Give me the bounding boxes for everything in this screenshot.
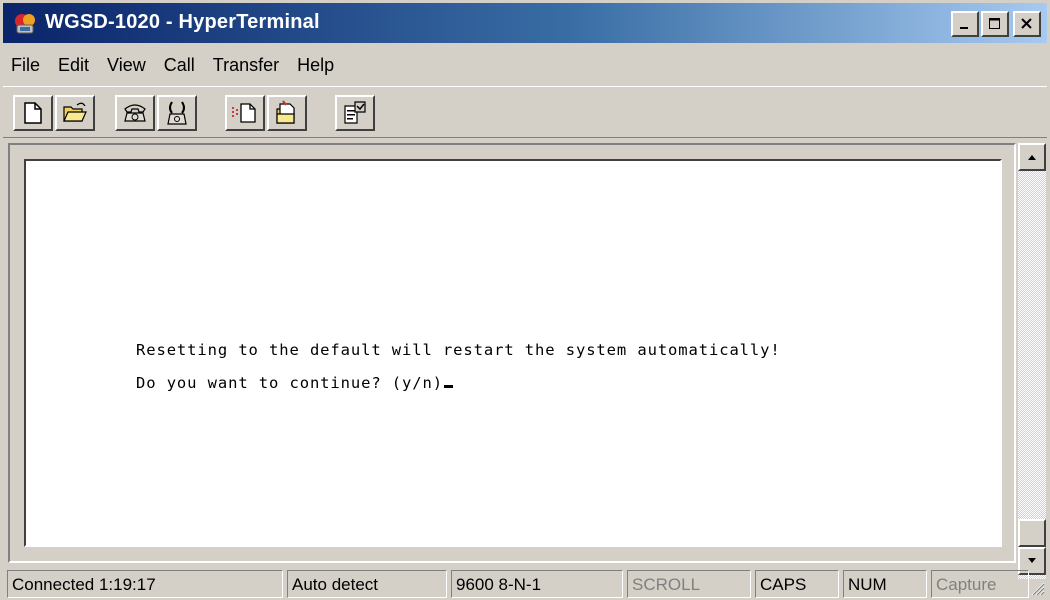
maximize-button[interactable] <box>981 11 1009 37</box>
disconnect-button[interactable] <box>157 95 197 131</box>
phone-icon <box>124 104 146 122</box>
menu-help[interactable]: Help <box>288 55 343 76</box>
arrow-up-icon <box>1028 155 1036 160</box>
call-button[interactable] <box>115 95 155 131</box>
toolbar <box>3 86 1047 138</box>
menu-call[interactable]: Call <box>155 55 204 76</box>
status-detect: Auto detect <box>287 570 447 598</box>
terminal-line: Resetting to the default will restart th… <box>136 341 781 359</box>
menu-view[interactable]: View <box>98 55 155 76</box>
arrow-down-icon <box>1028 558 1036 563</box>
text-cursor <box>443 385 453 388</box>
status-capture: Capture <box>931 570 1029 598</box>
send-button[interactable] <box>225 95 265 131</box>
title-bar[interactable]: WGSD-1020 - HyperTerminal <box>3 3 1047 43</box>
status-connection: Connected 1:19:17 <box>7 570 283 598</box>
hyperterminal-window: WGSD-1020 - HyperTerminal File Edit View… <box>0 0 1050 600</box>
window-title: WGSD-1020 - HyperTerminal <box>45 11 320 33</box>
properties-icon <box>344 101 366 124</box>
menu-file[interactable]: File <box>3 55 49 76</box>
open-button[interactable] <box>55 95 95 131</box>
receive-file-icon <box>276 100 295 124</box>
disconnect-phone-icon <box>167 101 187 125</box>
new-connection-button[interactable] <box>13 95 53 131</box>
status-caps: CAPS <box>755 570 839 598</box>
menu-bar: File Edit View Call Transfer Help <box>3 48 1047 82</box>
receive-button[interactable] <box>267 95 307 131</box>
status-bar: Connected 1:19:17 Auto detect 9600 8-N-1… <box>3 568 1047 598</box>
menu-edit[interactable]: Edit <box>49 55 98 76</box>
properties-button[interactable] <box>335 95 375 131</box>
menu-transfer[interactable]: Transfer <box>204 55 288 76</box>
scrollbar-thumb[interactable] <box>1018 519 1046 547</box>
hyperterminal-icon[interactable] <box>13 11 39 37</box>
resize-grip-icon[interactable] <box>1029 580 1045 596</box>
scroll-up-button[interactable] <box>1018 143 1046 171</box>
status-port-settings: 9600 8-N-1 <box>451 570 623 598</box>
caption-buttons <box>951 11 1041 37</box>
terminal-prompt-text: Do you want to continue? (y/n) <box>136 374 443 392</box>
minimize-icon <box>960 27 968 29</box>
send-file-icon <box>232 103 256 123</box>
open-folder-icon <box>63 102 87 122</box>
close-button[interactable] <box>1013 11 1041 37</box>
close-icon <box>1021 18 1032 29</box>
status-num: NUM <box>843 570 927 598</box>
terminal-prompt-line: Do you want to continue? (y/n) <box>136 374 453 392</box>
maximize-icon <box>989 18 1000 29</box>
new-document-icon <box>24 102 42 124</box>
minimize-button[interactable] <box>951 11 979 37</box>
terminal-screen[interactable]: Resetting to the default will restart th… <box>24 159 1002 547</box>
terminal-frame: Resetting to the default will restart th… <box>8 143 1016 563</box>
vertical-scrollbar[interactable] <box>1018 143 1046 579</box>
status-scroll: SCROLL <box>627 570 751 598</box>
